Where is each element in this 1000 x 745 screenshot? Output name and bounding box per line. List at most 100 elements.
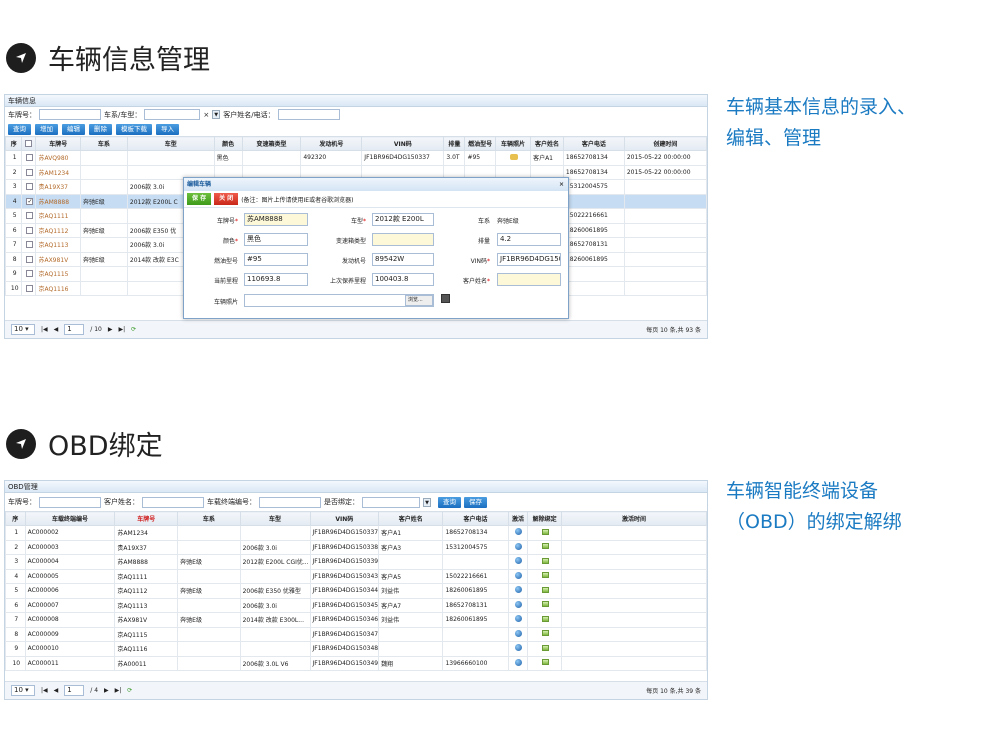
unbind-icon[interactable] (542, 557, 550, 564)
globe-icon[interactable] (515, 542, 523, 550)
row-checkbox[interactable] (26, 154, 34, 162)
add-button[interactable]: 增加 (35, 123, 58, 135)
customer-search-input[interactable] (142, 496, 204, 508)
chevron-down-icon[interactable]: ▼ (423, 497, 431, 507)
table-row[interactable]: 2 AC000003 贵A19X37 2006款 3.0i JF1BR96D4DG150… (5, 539, 707, 555)
unbind-icon[interactable] (542, 615, 550, 622)
plate-link[interactable]: 京AQ1115 (35, 266, 81, 282)
plate-link[interactable]: 京AQ1111 (35, 208, 81, 224)
globe-icon[interactable] (515, 658, 523, 666)
save-button[interactable]: 保 存 (187, 193, 212, 205)
bound-select[interactable] (362, 496, 420, 508)
unbind-icon[interactable] (542, 586, 550, 593)
row-checkbox[interactable] (26, 212, 34, 220)
unbind-icon[interactable] (542, 601, 550, 608)
plate-link[interactable]: 京AQ1116 (35, 280, 81, 296)
unbind-icon[interactable] (542, 644, 550, 651)
column-header[interactable]: 排量 (443, 136, 466, 151)
row-checkbox[interactable] (26, 255, 34, 263)
upload-icon[interactable] (441, 294, 450, 303)
table-row[interactable]: 10 AC000011 苏A00011 2006款 3.0L V6 JF1BR96D4D… (5, 655, 707, 671)
globe-icon[interactable] (515, 571, 523, 579)
refresh-icon[interactable]: ⟳ (131, 326, 136, 333)
last-page-icon[interactable]: ▶| (118, 326, 125, 333)
import-button[interactable]: 导入 (156, 123, 179, 135)
next-page-icon[interactable]: ▶ (108, 326, 113, 333)
table-row[interactable]: 5 AC000006 京AQ1112 奔驰E级 2006款 E350 优雅型 JF1BR9… (5, 583, 707, 599)
globe-icon[interactable] (515, 586, 523, 594)
template-download-button[interactable]: 模板下载 (116, 123, 152, 135)
last-page-icon[interactable]: ▶| (115, 687, 122, 694)
column-header[interactable]: 车牌号 (35, 136, 81, 151)
unbind-icon[interactable] (542, 630, 550, 637)
plate-link[interactable]: 苏AVQ980 (35, 150, 81, 166)
column-header[interactable]: 车型 (126, 136, 215, 151)
column-header[interactable]: 变速箱类型 (241, 136, 302, 151)
gearbox-select[interactable] (372, 233, 434, 246)
plate-search-input[interactable] (39, 109, 101, 120)
row-checkbox[interactable] (26, 183, 34, 191)
plate-link[interactable]: 苏AM1234 (35, 164, 81, 180)
column-header[interactable]: 客户姓名 (378, 511, 444, 526)
column-header[interactable]: 激活 (507, 511, 529, 526)
row-checkbox[interactable]: ✓ (26, 197, 34, 205)
displacement-field[interactable]: 4.2 (497, 233, 561, 246)
close-button[interactable]: 关 闭 (214, 193, 239, 205)
terminal-search-input[interactable] (259, 496, 321, 508)
table-row[interactable]: 6 AC000007 京AQ1113 2006款 3.0i JF1BR96D4DG150… (5, 597, 707, 613)
row-checkbox[interactable] (26, 168, 34, 176)
column-header[interactable]: 车载终端编号 (24, 511, 116, 526)
page-size-select[interactable]: 10 ▾ (11, 324, 35, 335)
color-select[interactable]: 黑色 (244, 233, 308, 246)
globe-icon[interactable] (515, 629, 523, 637)
engine-field[interactable]: 89542W (372, 253, 434, 266)
column-header[interactable]: 颜色 (213, 136, 243, 151)
column-header[interactable]: VIN码 (309, 511, 380, 526)
last-maintenance-field[interactable]: 100403.8 (372, 273, 434, 286)
column-header[interactable]: 客户电话 (442, 511, 509, 526)
delete-button[interactable]: 删除 (89, 123, 112, 135)
plate-link[interactable]: 京AQ1112 (35, 222, 81, 238)
plate-link[interactable]: 京AQ1113 (35, 237, 81, 253)
plate-link[interactable]: 苏AM8888 (35, 193, 81, 209)
first-page-icon[interactable]: |◀ (41, 326, 48, 333)
column-header[interactable]: VIN码 (361, 136, 445, 151)
series-select[interactable] (144, 109, 201, 120)
globe-icon[interactable] (515, 557, 523, 565)
row-checkbox[interactable] (26, 241, 34, 249)
refresh-icon[interactable]: ⟳ (127, 687, 132, 694)
column-header[interactable]: 客户姓名 (530, 136, 564, 151)
globe-icon[interactable] (515, 600, 523, 608)
row-checkbox[interactable] (26, 270, 34, 278)
prev-page-icon[interactable]: ◀ (54, 687, 59, 694)
column-header[interactable]: 创建时间 (623, 136, 707, 151)
page-input[interactable]: 1 (64, 685, 85, 696)
column-header[interactable]: 序 (5, 511, 26, 526)
column-header[interactable]: 车系 (177, 511, 241, 526)
column-header[interactable]: 解除绑定 (527, 511, 562, 526)
plate-field[interactable]: 苏AM8888 (244, 213, 308, 226)
model-select[interactable]: 2012款 E200L (372, 213, 434, 226)
column-header[interactable]: 车系 (80, 136, 128, 151)
table-row[interactable]: 7 AC000008 苏AX981V 奔驰E级 2014款 改款 E300L... JF1… (5, 612, 707, 628)
clear-icon[interactable]: × (203, 111, 209, 119)
column-header[interactable]: 燃油型号 (464, 136, 496, 151)
unbind-icon[interactable] (542, 572, 550, 579)
column-header[interactable] (21, 136, 37, 151)
table-row[interactable]: 1 苏AVQ980 黑色 492320 JF1BR96D4DG150337 3.0T #95… (5, 150, 707, 166)
globe-icon[interactable] (515, 528, 523, 536)
save-button[interactable]: 保存 (464, 496, 487, 508)
select-all-checkbox[interactable] (25, 140, 33, 147)
globe-icon[interactable] (515, 644, 523, 652)
query-button[interactable]: 查询 (8, 123, 31, 135)
column-header[interactable]: 序 (5, 136, 23, 151)
customer-search-input[interactable] (277, 109, 340, 120)
page-input[interactable]: 1 (64, 324, 85, 335)
customer-field[interactable] (497, 273, 561, 286)
browse-button[interactable]: 浏览... (405, 295, 433, 306)
query-button[interactable]: 查询 (438, 496, 461, 508)
unbind-icon[interactable] (542, 543, 550, 550)
prev-page-icon[interactable]: ◀ (54, 326, 59, 333)
page-size-select[interactable]: 10 ▾ (11, 685, 35, 696)
close-icon[interactable]: × (559, 178, 564, 191)
